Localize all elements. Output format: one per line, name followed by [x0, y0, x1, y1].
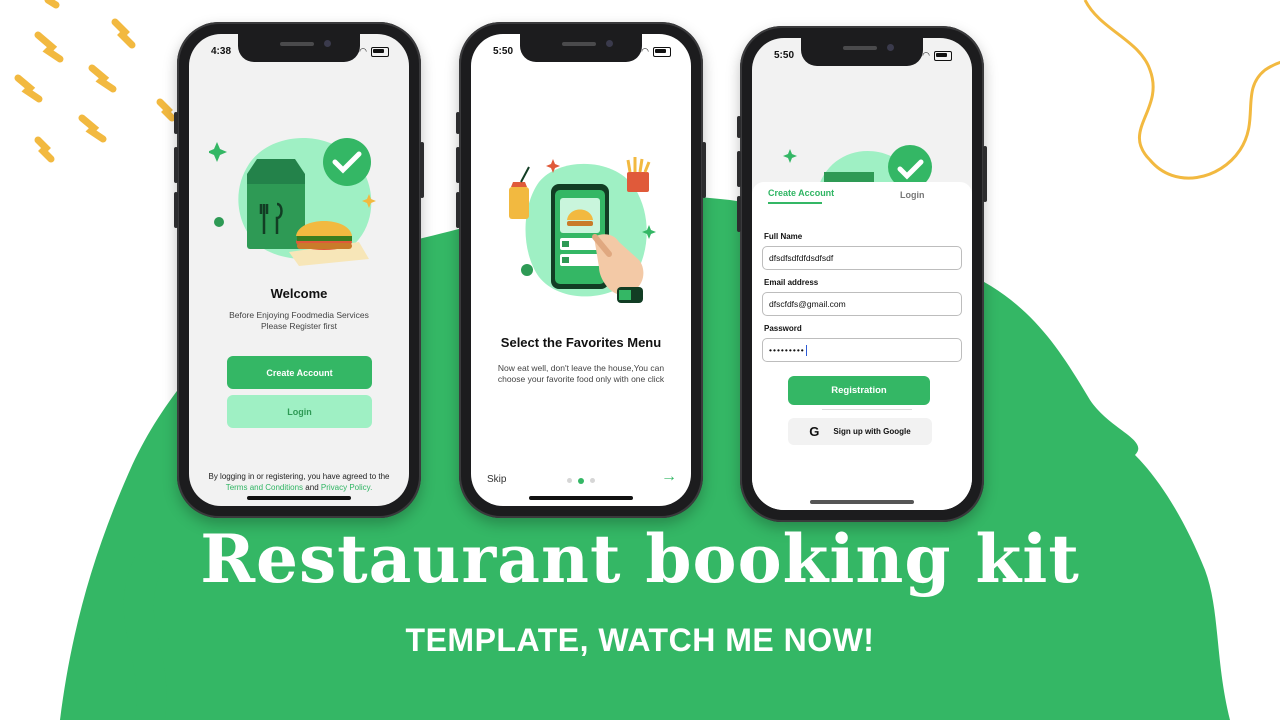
divider	[822, 409, 912, 410]
onboarding-subtitle-2: choose your favorite food only with one …	[497, 374, 665, 384]
status-time: 5:50	[774, 50, 795, 61]
register-screen: 5:50 ◠ Create Account Login Full Name df…	[752, 38, 972, 510]
arrow-right-icon[interactable]: →	[661, 468, 677, 486]
login-button[interactable]: Login	[227, 395, 372, 428]
onboarding-title: Select the Favorites Menu	[500, 335, 662, 350]
tab-create-account[interactable]: Create Account	[768, 188, 834, 204]
welcome-screen: 4:38 ◠ Welcome Before Enjoying Foodmedia…	[189, 34, 409, 506]
terms-text: By logging in or registering, you have a…	[208, 472, 390, 481]
welcome-subtitle-1: Before Enjoying Foodmedia Services	[229, 310, 369, 320]
text-cursor	[805, 344, 807, 356]
status-time: 5:50	[493, 46, 514, 57]
google-signup-button[interactable]: G Sign up with Google	[788, 418, 932, 445]
battery-icon	[934, 50, 952, 61]
home-indicator	[529, 496, 633, 500]
yellow-sprinkles	[14, 0, 176, 163]
page-dot	[567, 478, 572, 483]
home-indicator	[247, 496, 351, 500]
yellow-squiggle	[1083, 0, 1280, 180]
page-dot	[590, 478, 595, 483]
phone-onboarding: 5:50 ◠ Select the Favorites Menu Now eat…	[456, 22, 706, 518]
page-dot-active	[578, 478, 584, 484]
page-indicator	[567, 478, 595, 484]
welcome-subtitle-2: Please Register first	[260, 321, 338, 331]
registration-button[interactable]: Registration	[788, 376, 930, 405]
password-label: Password	[764, 324, 802, 333]
full-name-label: Full Name	[764, 232, 803, 241]
wifi-icon: ◠	[922, 50, 930, 60]
wifi-icon: ◠	[359, 46, 367, 56]
terms-link[interactable]: Terms and Conditions	[226, 483, 303, 492]
welcome-title: Welcome	[270, 286, 328, 301]
battery-icon	[371, 46, 389, 57]
google-g-icon: G	[809, 424, 820, 439]
email-field[interactable]: dfscfdfs@gmail.com	[762, 292, 962, 316]
status-time: 4:38	[211, 46, 232, 57]
home-indicator	[810, 500, 914, 504]
status-icons: ◠	[641, 46, 671, 57]
tab-login[interactable]: Login	[900, 190, 925, 200]
privacy-link[interactable]: Privacy Policy.	[321, 483, 372, 492]
password-field[interactable]: •••••••••	[762, 338, 962, 362]
tab-active-underline	[768, 202, 822, 204]
email-label: Email address	[764, 278, 819, 287]
status-icons: ◠	[922, 50, 952, 61]
terms-links: Terms and Conditions and Privacy Policy.	[225, 483, 373, 492]
battery-icon	[653, 46, 671, 57]
phone-register: 5:50 ◠ Create Account Login Full Name df…	[737, 26, 987, 522]
welcome-illustration	[209, 137, 376, 266]
create-account-button[interactable]: Create Account	[227, 356, 372, 389]
onboarding-subtitle-1: Now eat well, don't leave the house,You …	[497, 363, 665, 373]
status-icons: ◠	[359, 46, 389, 57]
subline: TEMPLATE, WATCH ME NOW!	[405, 622, 875, 658]
phone-welcome: 4:38 ◠ Welcome Before Enjoying Foodmedia…	[174, 22, 424, 518]
register-card: Create Account Login Full Name dfsdfsdfd…	[752, 182, 972, 510]
headline: Restaurant booking kit	[200, 520, 1080, 598]
full-name-field[interactable]: dfsdfsdfdfdsdfsdf	[762, 246, 962, 270]
favorites-illustration	[509, 157, 656, 303]
skip-button[interactable]: Skip	[487, 474, 506, 485]
wifi-icon: ◠	[641, 46, 649, 56]
onboarding-screen: 5:50 ◠ Select the Favorites Menu Now eat…	[471, 34, 691, 506]
